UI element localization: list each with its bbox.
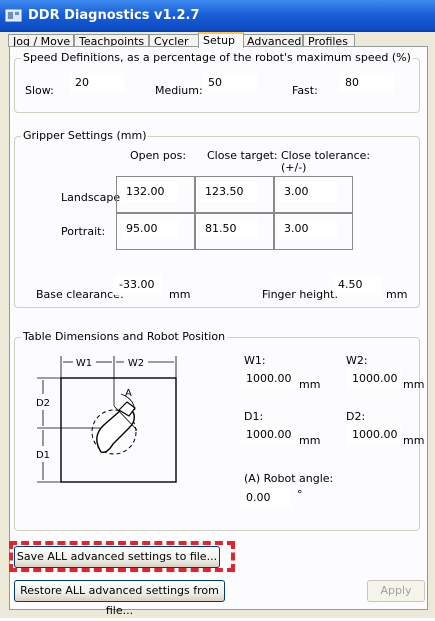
landscape-label: Landscape: bbox=[61, 191, 124, 204]
d2-input[interactable]: 1000.00 bbox=[347, 425, 401, 445]
robot-angle-label: (A) Robot angle: bbox=[244, 472, 334, 485]
portrait-tolerance-cell: 3.00 bbox=[274, 213, 353, 250]
table-diagram: W1 W2 D2 D1 A bbox=[36, 356, 177, 483]
gripper-group: Gripper Settings (mm) Open pos: Close ta… bbox=[14, 129, 420, 308]
close-target-header: Close target: bbox=[207, 149, 278, 162]
table-group-legend: Table Dimensions and Robot Position bbox=[21, 330, 228, 343]
portrait-close-cell: 81.50 bbox=[195, 213, 274, 250]
base-clearance-input[interactable]: -33.00 bbox=[114, 275, 162, 295]
speed-group-legend: Speed Definitions, as a percentage of th… bbox=[21, 51, 413, 64]
d1-dim-label: D1 bbox=[36, 450, 50, 461]
robot-angle-input[interactable]: 0.00 bbox=[241, 488, 291, 508]
slow-speed-input[interactable]: 20 bbox=[70, 73, 124, 93]
gripper-group-legend: Gripper Settings (mm) bbox=[21, 129, 149, 142]
main-window: DDR Diagnostics v1.2.7 Jog / Move Teachp… bbox=[0, 0, 435, 618]
base-clearance-unit: mm bbox=[169, 288, 191, 301]
landscape-close-input[interactable]: 123.50 bbox=[200, 182, 258, 202]
landscape-tolerance-input[interactable]: 3.00 bbox=[279, 182, 337, 202]
w1-label: W1: bbox=[244, 354, 266, 367]
highlight-box bbox=[9, 541, 235, 572]
landscape-open-input[interactable]: 132.00 bbox=[121, 182, 179, 202]
landscape-tolerance-cell: 3.00 bbox=[274, 176, 353, 213]
w2-label: W2: bbox=[346, 354, 368, 367]
open-pos-header: Open pos: bbox=[130, 149, 187, 162]
w1-unit: mm bbox=[299, 378, 321, 391]
slow-label: Slow: bbox=[25, 84, 54, 97]
base-clearance-label: Base clearance: bbox=[36, 288, 124, 301]
landscape-close-cell: 123.50 bbox=[195, 176, 274, 213]
fast-label: Fast: bbox=[292, 84, 318, 97]
fast-speed-input[interactable]: 80 bbox=[340, 73, 394, 93]
app-icon bbox=[5, 9, 22, 22]
d1-input[interactable]: 1000.00 bbox=[241, 425, 295, 445]
window-title: DDR Diagnostics v1.2.7 bbox=[28, 8, 200, 23]
d1-unit: mm bbox=[299, 434, 321, 447]
portrait-label: Portrait: bbox=[61, 225, 106, 238]
d2-label: D2: bbox=[346, 410, 366, 423]
title-bar[interactable]: DDR Diagnostics v1.2.7 bbox=[0, 0, 435, 32]
portrait-open-input[interactable]: 95.00 bbox=[121, 219, 179, 239]
portrait-close-input[interactable]: 81.50 bbox=[200, 219, 258, 239]
apply-button[interactable]: Apply bbox=[367, 580, 425, 602]
tab-setup[interactable]: Setup bbox=[198, 32, 244, 48]
portrait-open-cell: 95.00 bbox=[116, 213, 195, 250]
finger-height-label: Finger height: bbox=[262, 288, 339, 301]
robot-angle-unit: ° bbox=[297, 488, 303, 501]
w2-unit: mm bbox=[403, 378, 425, 391]
portrait-tolerance-input[interactable]: 3.00 bbox=[279, 219, 337, 239]
w2-dim-label: W2 bbox=[128, 358, 144, 369]
angle-a-label: A bbox=[125, 388, 132, 399]
setup-panel: Speed Definitions, as a percentage of th… bbox=[9, 46, 428, 617]
d1-label: D1: bbox=[244, 410, 264, 423]
medium-speed-input[interactable]: 50 bbox=[203, 73, 257, 93]
landscape-open-cell: 132.00 bbox=[116, 176, 195, 213]
w1-input[interactable]: 1000.00 bbox=[241, 369, 295, 389]
finger-height-input[interactable]: 4.50 bbox=[333, 275, 381, 295]
d2-dim-label: D2 bbox=[36, 398, 50, 409]
restore-settings-button[interactable]: Restore ALL advanced settings from file.… bbox=[14, 580, 225, 617]
finger-height-unit: mm bbox=[386, 288, 408, 301]
close-tolerance-unit: (+/-) bbox=[281, 161, 307, 174]
medium-label: Medium: bbox=[155, 84, 203, 97]
w1-dim-label: W1 bbox=[76, 358, 92, 369]
d2-unit: mm bbox=[403, 434, 425, 447]
table-group: Table Dimensions and Robot Position W1 W… bbox=[14, 330, 424, 531]
speed-group: Speed Definitions, as a percentage of th… bbox=[14, 51, 420, 113]
w2-input[interactable]: 1000.00 bbox=[347, 369, 401, 389]
